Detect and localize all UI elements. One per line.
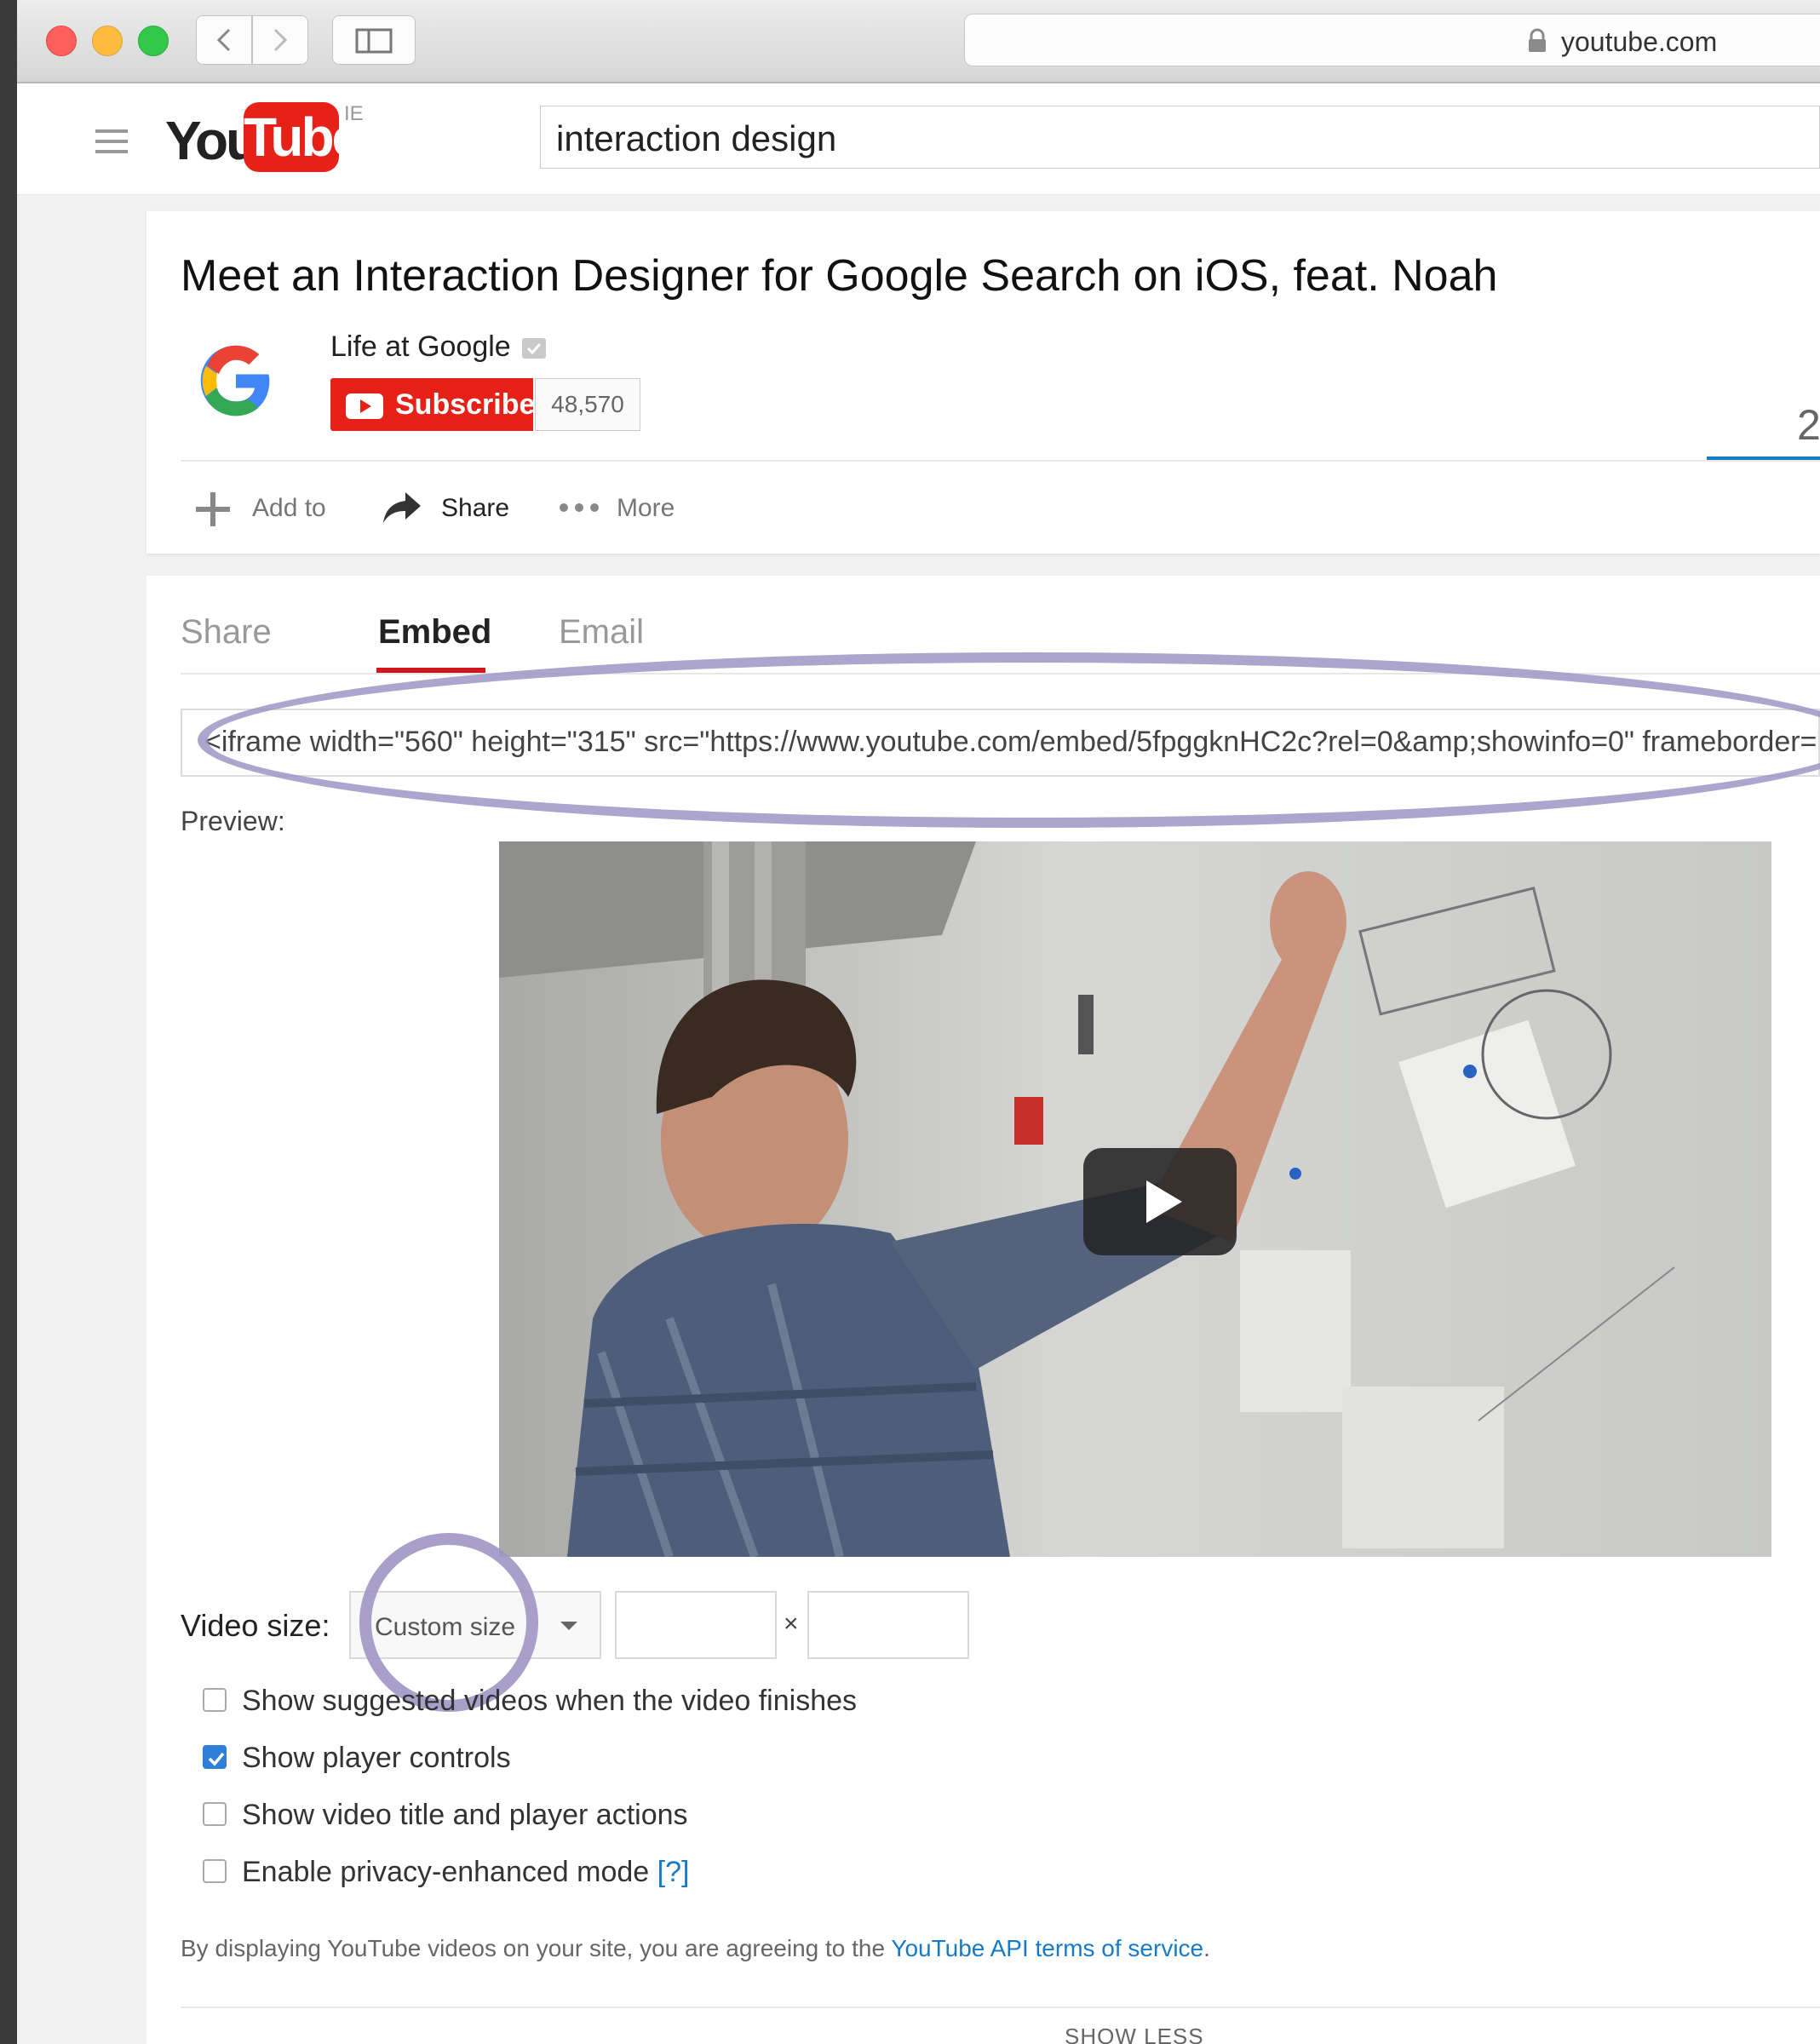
option-label: Show suggested videos when the video fin… (242, 1685, 858, 1717)
option-label: Enable privacy-enhanced mode (242, 1856, 650, 1888)
address-url: youtube.com (1561, 26, 1718, 57)
search-query: interaction design (556, 118, 837, 158)
show-less-button[interactable]: SHOW LESS (1065, 2024, 1204, 2044)
logo-region-code: IE (344, 102, 364, 125)
more-dots-icon (560, 503, 599, 512)
option-label-wrapper: Enable privacy-enhanced mode [?] (242, 1856, 689, 1889)
privacy-help-link[interactable]: [?] (657, 1856, 690, 1888)
subscribe-button[interactable]: Subscribe (330, 378, 536, 431)
divider (181, 2007, 1820, 2008)
youtube-play-icon (346, 393, 383, 419)
share-panel: Share Embed Email <iframe width="560" he… (146, 576, 1820, 2044)
youtube-header: You Tube IE interaction design (17, 83, 1820, 195)
video-info-card: Meet an Interaction Designer for Google … (146, 211, 1820, 554)
share-label: Share (441, 494, 510, 522)
share-arrow-icon (383, 492, 421, 523)
chevron-right-icon (273, 28, 288, 52)
search-input[interactable]: interaction design (540, 106, 1820, 169)
preview-label: Preview: (181, 806, 285, 836)
caret-down-icon (560, 1622, 577, 1630)
google-g-icon[interactable] (198, 342, 274, 419)
option-label: Show video title and player actions (242, 1799, 688, 1831)
back-button[interactable] (196, 15, 252, 65)
video-title: Meet an Interaction Designer for Google … (181, 251, 1498, 301)
sidebar-icon (355, 28, 393, 54)
option-label: Show player controls (242, 1742, 511, 1774)
browser-titlebar: youtube.com (17, 0, 1820, 83)
view-count: 22 (1797, 401, 1820, 449)
checkbox[interactable] (203, 1802, 227, 1826)
tab-embed[interactable]: Embed (378, 613, 491, 652)
checkbox[interactable] (203, 1688, 227, 1712)
checkmark-icon (208, 1752, 225, 1766)
forward-button[interactable] (252, 15, 308, 65)
tab-email[interactable]: Email (559, 613, 644, 652)
browser-window: youtube.com You Tube IE interaction desi… (17, 0, 1820, 2044)
video-size-label: Video size: (181, 1608, 330, 1643)
channel-name[interactable]: Life at Google (330, 330, 511, 364)
divider (181, 460, 1820, 462)
subscribe-label: Subscribe (395, 388, 536, 421)
address-bar[interactable]: youtube.com (964, 14, 1820, 66)
checkbox-checked[interactable] (203, 1745, 227, 1769)
plus-icon (196, 492, 230, 526)
hamburger-menu-icon[interactable] (95, 128, 129, 155)
minimize-window-button[interactable] (92, 26, 123, 56)
youtube-logo[interactable]: You Tube IE (165, 102, 370, 179)
checkbox[interactable] (203, 1859, 227, 1883)
subscriber-count: 48,570 (535, 378, 640, 431)
terms-prefix: By displaying YouTube videos on your sit… (181, 1935, 892, 1961)
lock-icon (1529, 28, 1546, 52)
play-icon (1146, 1180, 1182, 1223)
zoom-window-button[interactable] (138, 26, 169, 56)
logo-tube-text: Tube (244, 102, 362, 172)
verified-icon (522, 338, 546, 359)
add-to-label: Add to (252, 494, 326, 522)
height-input[interactable] (807, 1591, 969, 1659)
terms-suffix: . (1203, 1935, 1210, 1961)
play-button[interactable] (1083, 1148, 1237, 1255)
close-window-button[interactable] (46, 26, 77, 56)
more-label: More (617, 494, 675, 522)
size-separator: × (784, 1610, 799, 1638)
video-preview[interactable] (499, 841, 1771, 1557)
terms-notice: By displaying YouTube videos on your sit… (181, 1935, 1210, 1962)
tab-share[interactable]: Share (181, 613, 272, 652)
terms-link[interactable]: YouTube API terms of service (891, 1935, 1203, 1961)
chevron-left-icon (216, 28, 231, 52)
sidebar-toggle-button[interactable] (332, 15, 416, 65)
annotation-ellipse (198, 652, 1820, 828)
width-input[interactable] (615, 1591, 777, 1659)
